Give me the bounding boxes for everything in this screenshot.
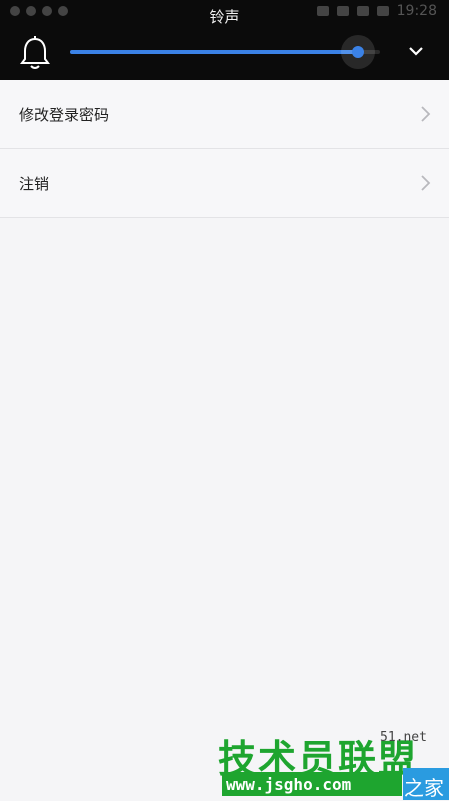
status-icons-right: 19:28	[316, 3, 437, 19]
volume-slider[interactable]	[70, 35, 380, 69]
signal-icon	[356, 6, 369, 16]
status-time: 19:28	[396, 3, 437, 19]
watermark-domain: 51.net	[380, 730, 427, 745]
watermark-url: www.jsgho.com	[226, 775, 352, 794]
volume-overlay: 铃声 19:28	[0, 0, 449, 86]
chevron-right-icon	[421, 106, 431, 122]
chevron-right-icon	[421, 175, 431, 191]
list-item-logout[interactable]: 注销	[0, 149, 449, 218]
chevron-down-icon[interactable]	[407, 42, 425, 60]
bell-icon	[20, 36, 50, 69]
watermark: 技术员联盟 51.net www.jsgho.com 之家	[218, 728, 449, 800]
wifi-icon	[336, 6, 349, 16]
settings-list: 修改登录密码 注销	[0, 80, 449, 218]
list-item-label: 注销	[19, 174, 50, 193]
watermark-home: 之家	[404, 776, 444, 800]
slider-fill	[70, 50, 359, 54]
list-item-label: 修改登录密码	[19, 105, 110, 124]
alarm-icon	[316, 6, 329, 16]
battery-icon	[376, 6, 389, 16]
list-item-change-password[interactable]: 修改登录密码	[0, 80, 449, 149]
